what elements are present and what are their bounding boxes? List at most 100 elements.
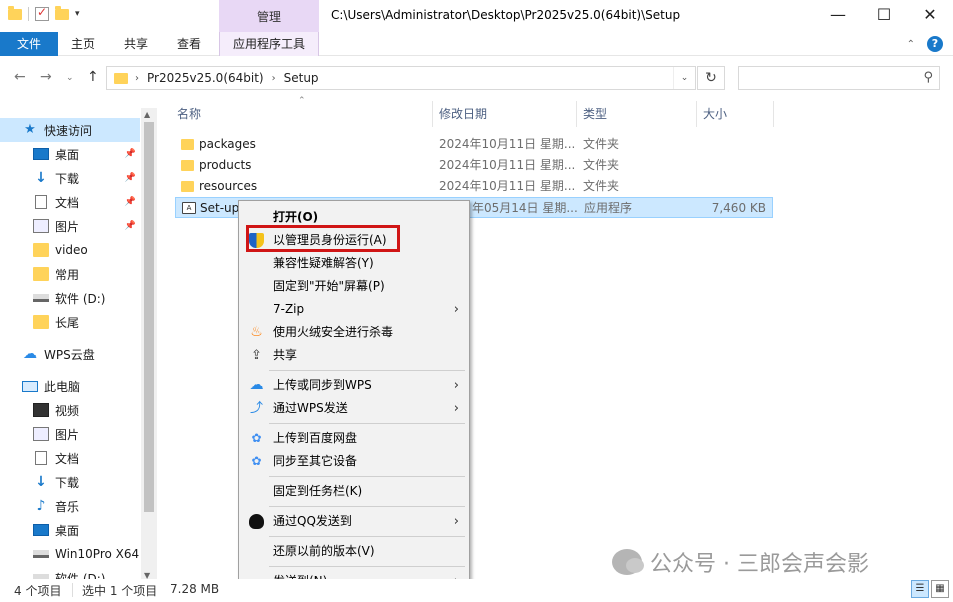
share-icon: ⇪ <box>251 348 262 363</box>
breadcrumb-item[interactable]: Setup <box>284 71 319 85</box>
menu-divider <box>269 476 465 477</box>
menu-item-7zip[interactable]: 7-Zip › <box>241 298 467 321</box>
annotation-highlight-box <box>246 225 400 252</box>
nav-wps-cloud[interactable]: ☁ WPS云盘 <box>0 342 140 366</box>
menu-item-qq-send[interactable]: 通过QQ发送到 › <box>241 510 467 533</box>
pin-icon[interactable]: 📌 <box>125 221 136 231</box>
menu-item-wps-upload[interactable]: ☁ 上传或同步到WPS › <box>241 374 467 397</box>
nav-longtail-folder[interactable]: 长尾 <box>0 310 140 334</box>
nav-this-pc[interactable]: 此电脑 <box>0 374 140 398</box>
recent-chevron-icon[interactable]: ⌄ <box>66 73 74 83</box>
back-arrow-icon[interactable]: ← <box>14 69 26 85</box>
ribbon-right: ⌃ ? <box>907 36 943 52</box>
nav-common-folder[interactable]: 常用 <box>0 262 140 286</box>
pin-icon[interactable]: 📌 <box>125 197 136 207</box>
chevron-right-icon[interactable]: › <box>272 73 276 84</box>
nav-label: 图片 <box>55 427 80 442</box>
folder-icon <box>114 73 128 84</box>
menu-item-wps-send[interactable]: ⤴ 通过WPS发送 › <box>241 397 467 420</box>
column-header-size[interactable]: 大小 <box>703 101 727 127</box>
file-row[interactable]: products 2024年10月11日 星期... 文件夹 <box>175 155 773 176</box>
large-icons-view-icon[interactable]: ▦ <box>931 580 949 598</box>
nav-drive-d[interactable]: 软件 (D:) <box>0 286 140 310</box>
new-folder-icon[interactable] <box>55 5 69 20</box>
nav-label: 长尾 <box>55 315 80 330</box>
pin-icon[interactable]: 📌 <box>125 173 136 183</box>
file-row[interactable]: resources 2024年10月11日 星期... 文件夹 <box>175 176 773 197</box>
column-divider[interactable] <box>432 101 433 127</box>
menu-item-pin-taskbar[interactable]: 固定到任务栏(K) <box>241 480 467 503</box>
quick-access-toolbar: ▾ <box>8 5 80 21</box>
nav-videos[interactable]: 视频 <box>0 398 140 422</box>
folder-icon[interactable] <box>8 5 22 20</box>
nav-desktop[interactable]: 桌面 📌 <box>0 142 140 166</box>
address-bar[interactable]: › Pr2025v25.0(64bit) › Setup ⌄ <box>106 66 696 90</box>
tab-app-tools[interactable]: 应用程序工具 <box>219 32 319 56</box>
menu-item-troubleshoot[interactable]: 兼容性疑难解答(Y) <box>241 252 467 275</box>
file-row[interactable]: packages 2024年10月11日 星期... 文件夹 <box>175 134 773 155</box>
tab-view[interactable]: 查看 <box>177 32 201 56</box>
help-icon[interactable]: ? <box>927 36 943 52</box>
menu-divider <box>269 506 465 507</box>
tab-home[interactable]: 主页 <box>71 32 95 56</box>
column-header-name[interactable]: 名称 <box>177 101 201 127</box>
close-button[interactable]: ✕ <box>907 0 953 32</box>
column-divider[interactable] <box>576 101 577 127</box>
baidu-sync-icon: ✿ <box>251 454 262 468</box>
scrollbar-thumb[interactable] <box>144 122 154 512</box>
wechat-icon <box>612 549 644 575</box>
details-view-icon[interactable]: ☰ <box>911 580 929 598</box>
nav-documents[interactable]: 文档 📌 <box>0 190 140 214</box>
watermark-text: 公众号 · 三郎会声会影 <box>650 552 869 577</box>
nav-music[interactable]: ♪ 音乐 <box>0 494 140 518</box>
nav-pictures[interactable]: 图片 📌 <box>0 214 140 238</box>
tab-file[interactable]: 文件 <box>0 32 58 56</box>
music-icon: ♪ <box>36 498 46 514</box>
column-divider[interactable] <box>696 101 697 127</box>
file-name: resources <box>199 179 258 193</box>
collapse-ribbon-icon[interactable]: ⌃ <box>907 39 915 50</box>
properties-icon[interactable] <box>35 5 49 21</box>
nav-scrollbar[interactable]: ▲ ▼ <box>141 108 157 582</box>
nav-video-folder[interactable]: video <box>0 238 140 262</box>
baidu-netdisk-icon: ✿ <box>251 431 262 445</box>
menu-item-share[interactable]: ⇪ 共享 <box>241 344 467 367</box>
column-header-type[interactable]: 类型 <box>583 101 607 127</box>
forward-arrow-icon[interactable]: → <box>40 69 52 85</box>
menu-item-pin-start[interactable]: 固定到"开始"屏幕(P) <box>241 275 467 298</box>
file-type: 文件夹 <box>583 179 620 193</box>
nav-pc-documents[interactable]: 文档 <box>0 446 140 470</box>
column-divider[interactable] <box>773 101 774 127</box>
nav-label: 文档 <box>55 195 80 210</box>
address-dropdown-icon[interactable]: ⌄ <box>673 67 695 89</box>
chevron-right-icon[interactable]: › <box>135 73 139 84</box>
folder-icon <box>33 243 49 257</box>
search-input[interactable]: ⚲ <box>738 66 940 90</box>
chevron-down-icon[interactable]: ▾ <box>75 9 80 19</box>
pin-icon[interactable]: 📌 <box>125 149 136 159</box>
nav-drive-c[interactable]: Win10Pro X64 <box>0 542 140 566</box>
minimize-button[interactable]: — <box>815 0 861 32</box>
nav-downloads[interactable]: ↓ 下载 📌 <box>0 166 140 190</box>
nav-label: 桌面 <box>55 147 80 162</box>
nav-pc-desktop[interactable]: 桌面 <box>0 518 140 542</box>
nav-quick-access[interactable]: ★ 快速访问 <box>0 118 140 142</box>
menu-item-baidu-upload[interactable]: ✿ 上传到百度网盘 <box>241 427 467 450</box>
menu-item-sync-device[interactable]: ✿ 同步至其它设备 <box>241 450 467 473</box>
nav-label: 图片 <box>55 219 80 234</box>
breadcrumb-item[interactable]: Pr2025v25.0(64bit) <box>147 71 264 85</box>
column-header-date[interactable]: 修改日期 <box>439 101 487 127</box>
menu-item-restore-versions[interactable]: 还原以前的版本(V) <box>241 540 467 563</box>
scroll-up-icon[interactable]: ▲ <box>144 110 150 119</box>
divider <box>28 7 29 21</box>
menu-label: 同步至其它设备 <box>273 454 358 468</box>
nav-pc-downloads[interactable]: ↓ 下载 <box>0 470 140 494</box>
maximize-button[interactable]: ☐ <box>861 0 907 32</box>
tab-share[interactable]: 共享 <box>124 32 148 56</box>
nav-pc-pictures[interactable]: 图片 <box>0 422 140 446</box>
file-type: 文件夹 <box>583 158 620 172</box>
refresh-button[interactable]: ↻ <box>697 66 725 90</box>
up-arrow-icon[interactable]: ↑ <box>87 69 99 85</box>
submenu-arrow-icon: › <box>453 302 459 317</box>
menu-item-huorong-scan[interactable]: ♨ 使用火绒安全进行杀毒 <box>241 321 467 344</box>
